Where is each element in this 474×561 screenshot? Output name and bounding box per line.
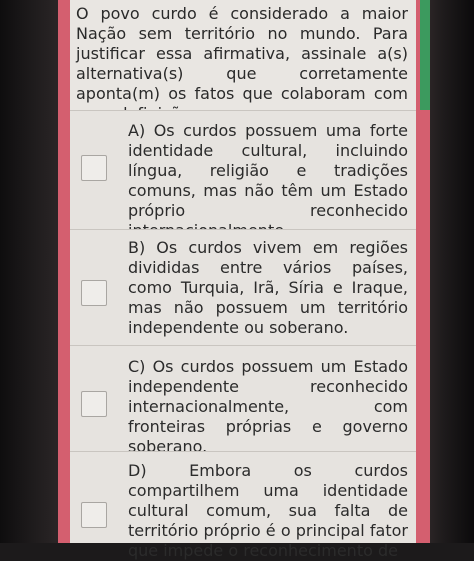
device-bezel-left	[0, 0, 58, 543]
option-d-checkbox[interactable]	[81, 502, 107, 528]
option-b-text: B) Os curdos vivem em regiões divididas …	[128, 238, 408, 337]
option-d-text: D) Embora os curdos compartilhem uma ide…	[128, 461, 408, 560]
option-c-text: C) Os curdos possuem um Estado independe…	[128, 357, 408, 456]
quiz-panel: O povo curdo é considerado a maior Nação…	[58, 0, 430, 560]
question-text: O povo curdo é considerado a maior Nação…	[70, 0, 416, 123]
status-indicator-bar	[420, 0, 430, 110]
option-a-checkbox[interactable]	[81, 155, 107, 181]
option-c-checkbox[interactable]	[81, 391, 107, 417]
option-b[interactable]: B) Os curdos vivem em regiões divididas …	[70, 229, 416, 345]
option-c[interactable]: C) Os curdos possuem um Estado independe…	[70, 345, 416, 456]
option-a[interactable]: A) Os curdos possuem uma forte identidad…	[70, 110, 416, 240]
option-a-text: A) Os curdos possuem uma forte identidad…	[128, 121, 408, 240]
option-d[interactable]: D) Embora os curdos compartilhem uma ide…	[70, 451, 416, 560]
device-bezel-right	[430, 0, 474, 543]
option-b-checkbox[interactable]	[81, 280, 107, 306]
